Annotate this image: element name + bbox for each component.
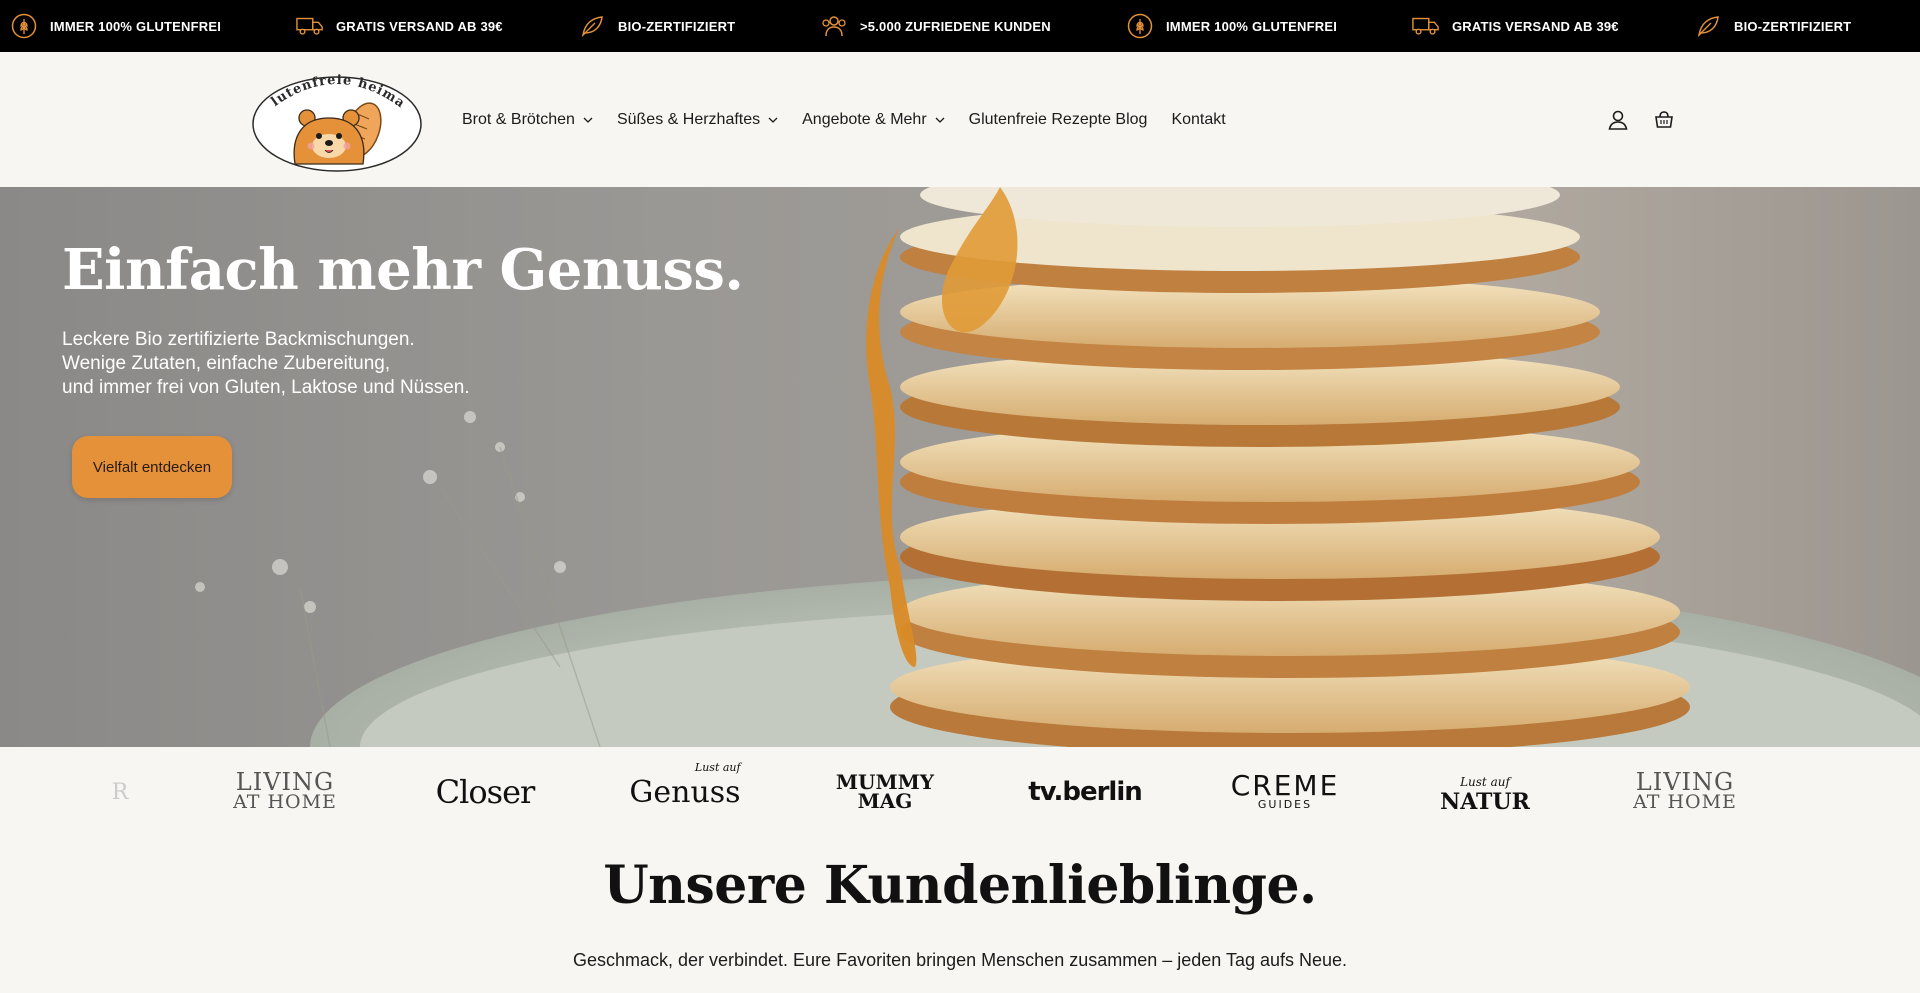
announcement-item: GRATIS VERSAND AB 39€ xyxy=(296,0,503,52)
main-nav: Brot & Brötchen Süßes & Herzhaftes Angeb… xyxy=(462,52,1226,187)
announcement-item: IMMER 100% GLUTENFREI xyxy=(10,0,221,52)
press-logo-creme-guides: CREME GUIDES xyxy=(1230,769,1340,811)
nav-item-label: Angebote & Mehr xyxy=(802,110,927,128)
press-logo: R xyxy=(111,779,129,805)
customers-icon xyxy=(820,12,848,40)
announcement-item: GRATIS VERSAND AB 39€ xyxy=(1412,0,1619,52)
announcement-label: GRATIS VERSAND AB 39€ xyxy=(336,18,503,34)
truck-icon xyxy=(296,12,324,40)
hero-subtitle-line: Wenige Zutaten, einfache Zubereitung, xyxy=(62,353,391,374)
nav-item-angebote-mehr[interactable]: Angebote & Mehr xyxy=(802,111,945,129)
announcement-label: IMMER 100% GLUTENFREI xyxy=(1166,18,1338,34)
header-actions xyxy=(1605,52,1677,187)
nav-item-label: Kontakt xyxy=(1171,110,1226,128)
announcement-label: BIO-ZERTIFIZIERT xyxy=(1734,18,1852,34)
nav-item-rezepte-blog[interactable]: Glutenfreie Rezepte Blog xyxy=(969,111,1148,129)
nav-item-label: Brot & Brötchen xyxy=(462,110,575,128)
announcement-bar: IMMER 100% GLUTENFREI GRATIS VERSAND AB … xyxy=(0,0,1920,52)
announcement-label: GRATIS VERSAND AB 39€ xyxy=(1452,18,1619,34)
press-logo-mummy-mag: MUMMY MAG xyxy=(835,770,935,813)
press-logo-closer: Closer xyxy=(435,773,536,811)
section-title: Unsere Kundenlieblinge. xyxy=(603,855,1317,916)
announcement-label: >5.000 ZUFRIEDENE KUNDEN xyxy=(860,18,1051,34)
press-logo-lust-auf-natur: Lust auf NATUR xyxy=(1440,775,1530,815)
account-icon[interactable] xyxy=(1605,107,1631,133)
site-header: glutenfreie heimat Brot & Brötchen Süßes… xyxy=(0,52,1920,187)
hero-title: Einfach mehr Genuss. xyxy=(62,237,744,303)
hero-subtitle: Leckere Bio zertifizierte Backmischungen… xyxy=(62,328,470,400)
press-logo-genuss: Lust auf Genuss xyxy=(629,760,741,810)
brand-logo[interactable]: glutenfreie heimat xyxy=(246,57,423,173)
nav-item-label: Süßes & Herzhaftes xyxy=(616,110,761,128)
wheat-icon xyxy=(10,12,38,40)
nav-item-kontakt[interactable]: Kontakt xyxy=(1171,111,1225,129)
announcement-label: BIO-ZERTIFIZIERT xyxy=(618,18,736,34)
wheat-icon xyxy=(1126,12,1154,40)
section-subtitle: Geschmack, der verbindet. Eure Favoriten… xyxy=(572,950,1348,970)
discover-variety-button[interactable]: Vielfalt entdecken xyxy=(72,436,232,498)
hero-subtitle-line: und immer frei von Gluten, Laktose und N… xyxy=(62,377,470,398)
announcement-item: IMMER 100% GLUTENFREI xyxy=(1126,0,1337,52)
nav-item-suesses-herzhaftes[interactable]: Süßes & Herzhaftes xyxy=(617,111,778,129)
nav-item-brot-broetchen[interactable]: Brot & Brötchen xyxy=(462,111,593,129)
hero-banner: Einfach mehr Genuss. Leckere Bio zertifi… xyxy=(0,187,1920,747)
chevron-down-icon xyxy=(583,117,593,123)
leaf-icon xyxy=(1694,12,1722,40)
announcement-item: BIO-ZERTIFIZIERT xyxy=(1694,0,1851,52)
chevron-down-icon xyxy=(935,117,945,123)
announcement-label: IMMER 100% GLUTENFREI xyxy=(50,18,222,34)
announcement-item: >5.000 ZUFRIEDENE KUNDEN xyxy=(820,0,1051,52)
nav-item-label: Glutenfreie Rezepte Blog xyxy=(968,110,1148,128)
press-logo-tv-berlin: tv.berlin xyxy=(1028,777,1143,807)
leaf-icon xyxy=(578,12,606,40)
press-logos-strip: R LIVING AT HOME Closer Lust auf Genuss MU… xyxy=(0,747,1920,837)
truck-icon xyxy=(1412,12,1440,40)
chevron-down-icon xyxy=(768,117,778,123)
cart-icon[interactable] xyxy=(1651,107,1677,133)
announcement-item: BIO-ZERTIFIZIERT xyxy=(578,0,735,52)
press-logo-living-at-home: LIVING AT HOME xyxy=(1633,768,1737,813)
press-logo-living-at-home: LIVING AT HOME xyxy=(233,768,337,813)
hero-subtitle-line: Leckere Bio zertifizierte Backmischungen… xyxy=(62,329,415,350)
